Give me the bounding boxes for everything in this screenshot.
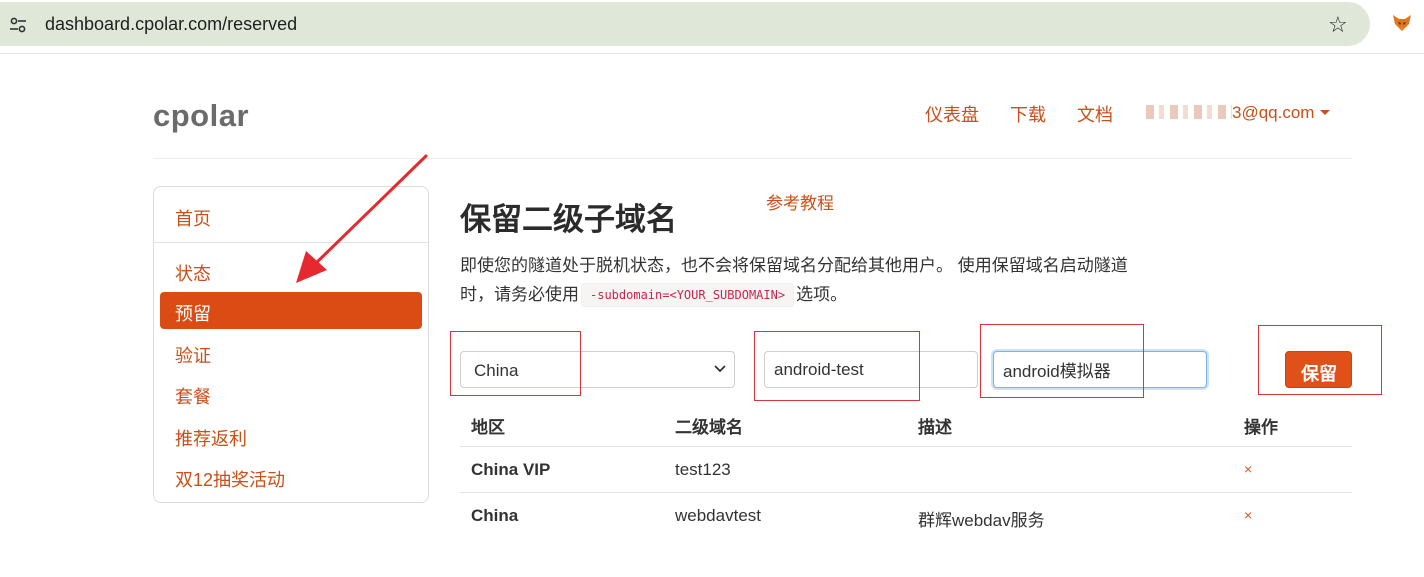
description-line-2: 时，请务必使用 bbox=[460, 285, 579, 304]
sidebar-item-lottery[interactable]: 双12抽奖活动 bbox=[175, 466, 285, 492]
col-header-region: 地区 bbox=[471, 418, 505, 437]
sidebar-item-status[interactable]: 状态 bbox=[175, 260, 211, 286]
table-divider bbox=[460, 446, 1352, 447]
reserve-button-label: 保留 bbox=[1301, 364, 1337, 384]
region-select-value: China bbox=[474, 361, 519, 380]
sidebar-item-referral[interactable]: 推荐返利 bbox=[175, 425, 247, 451]
col-header-subdomain: 二级域名 bbox=[675, 418, 743, 437]
tune-icon[interactable] bbox=[9, 16, 27, 34]
cell-region: China bbox=[471, 506, 519, 525]
sidebar: 首页 状态 预留 验证 套餐 推荐返利 双12抽奖活动 bbox=[153, 186, 429, 503]
page-title: 保留二级子域名 bbox=[460, 202, 677, 237]
nav-download[interactable]: 下载 bbox=[1010, 101, 1046, 127]
sidebar-item-plans[interactable]: 套餐 bbox=[175, 383, 211, 409]
nav-docs[interactable]: 文档 bbox=[1077, 101, 1113, 127]
cell-description: 群辉webdav服务 bbox=[918, 511, 1045, 530]
sidebar-item-reserved[interactable]: 预留 bbox=[160, 292, 422, 329]
browser-toolbar: dashboard.cpolar.com/reserved ☆ bbox=[0, 0, 1424, 54]
nav-dashboard[interactable]: 仪表盘 bbox=[925, 101, 979, 127]
subdomain-flag-code: -subdomain=<YOUR_SUBDOMAIN> bbox=[581, 283, 795, 307]
sidebar-item-verify[interactable]: 验证 bbox=[175, 342, 211, 368]
logo[interactable]: cpolar bbox=[153, 98, 249, 134]
col-header-description: 描述 bbox=[918, 418, 952, 437]
region-select[interactable]: China bbox=[460, 351, 735, 388]
chevron-down-icon bbox=[714, 365, 726, 373]
redacted-email bbox=[1146, 105, 1232, 119]
url-text[interactable]: dashboard.cpolar.com/reserved bbox=[45, 14, 297, 35]
reserve-button[interactable]: 保留 bbox=[1285, 351, 1352, 388]
caret-down-icon bbox=[1320, 110, 1331, 115]
description-text: 即使您的隧道处于脱机状态，也不会将保留域名分配给其他用户。 使用保留域名启动隧道… bbox=[460, 251, 1160, 309]
col-header-action: 操作 bbox=[1244, 418, 1278, 437]
user-menu[interactable]: 3@qq.com bbox=[1146, 103, 1331, 123]
star-outline-icon[interactable]: ☆ bbox=[1328, 14, 1348, 36]
cell-subdomain: test123 bbox=[675, 460, 731, 479]
description-input[interactable] bbox=[993, 351, 1207, 388]
description-line-1: 即使您的隧道处于脱机状态，也不会将保留域名分配给其他用户。 使用保留域名启动隧道 bbox=[460, 256, 1128, 275]
sidebar-item-label: 预留 bbox=[175, 304, 211, 324]
reference-link[interactable]: 参考教程 bbox=[766, 189, 834, 214]
delete-icon[interactable]: × bbox=[1244, 461, 1252, 477]
description-line-3: 选项。 bbox=[796, 285, 848, 304]
sidebar-item-home[interactable]: 首页 bbox=[175, 205, 211, 231]
user-email: 3@qq.com bbox=[1232, 103, 1315, 122]
table-divider bbox=[460, 492, 1352, 493]
cell-subdomain: webdavtest bbox=[675, 506, 761, 525]
cell-region: China VIP bbox=[471, 460, 551, 479]
header-divider bbox=[153, 158, 1352, 159]
address-bar[interactable]: dashboard.cpolar.com/reserved ☆ bbox=[0, 2, 1370, 46]
sidebar-divider bbox=[154, 242, 428, 243]
fox-extension-icon[interactable] bbox=[1391, 12, 1413, 34]
delete-icon[interactable]: × bbox=[1244, 507, 1252, 523]
subdomain-input[interactable] bbox=[764, 351, 978, 388]
